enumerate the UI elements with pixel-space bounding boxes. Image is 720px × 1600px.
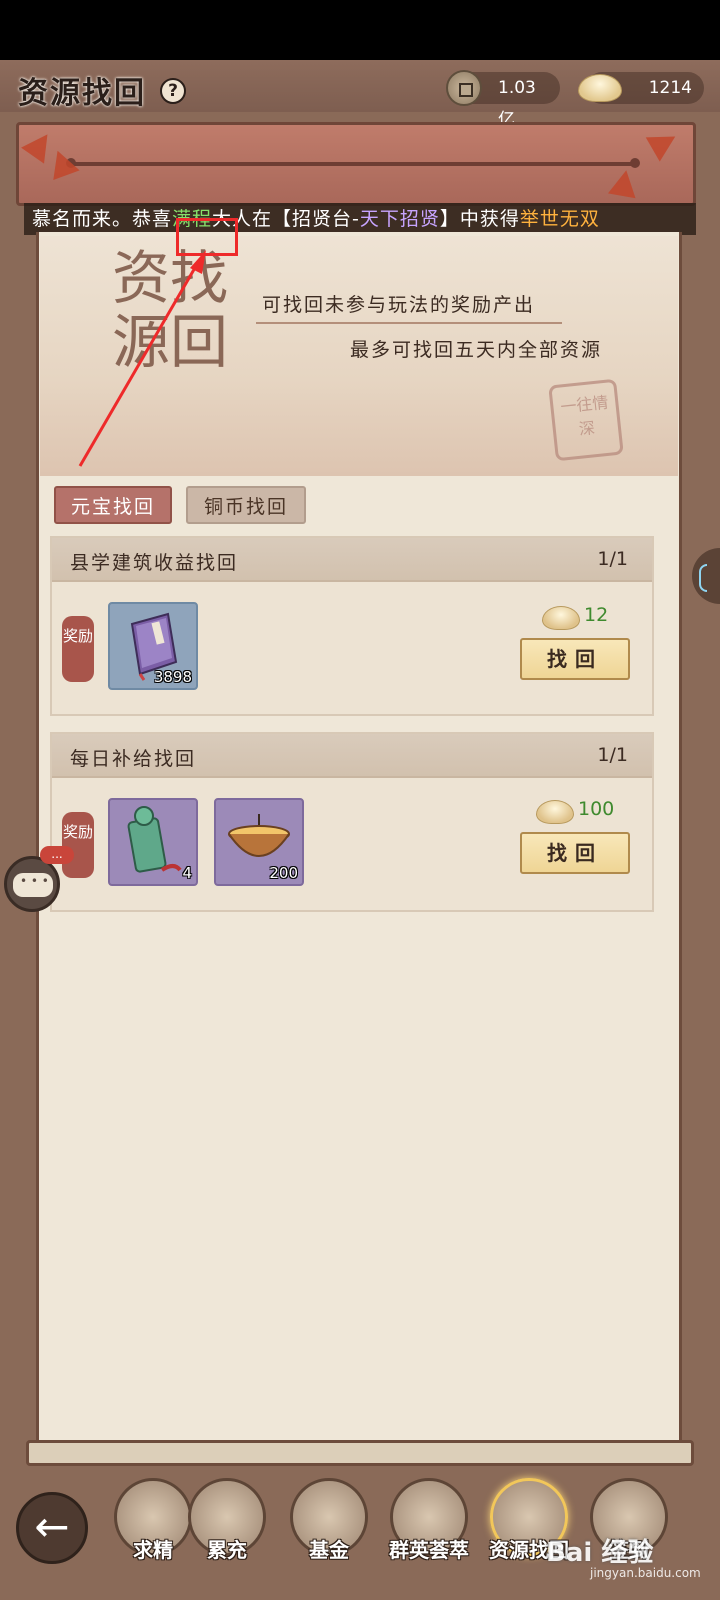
nav-item-cumulative-recharge[interactable]: 累充	[186, 1478, 268, 1574]
card-header: 县学建筑收益找回 1/1	[52, 538, 652, 582]
recovery-cost: 100	[578, 798, 615, 820]
hero-description-2: 最多可找回五天内全部资源	[350, 339, 603, 361]
nav-label: 基金	[309, 1538, 349, 1562]
nav-label: 累充	[207, 1538, 247, 1562]
scroll-rod	[66, 158, 640, 168]
recover-button[interactable]: 找回	[520, 638, 630, 680]
marquee-item-name: 举世无双	[519, 208, 600, 230]
card-header: 每日补给找回 1/1	[52, 734, 652, 778]
chat-notification-badge: ...	[40, 846, 74, 864]
annotation-highlight-box	[176, 218, 238, 256]
item-count: 3898	[153, 668, 192, 686]
side-expand-tab[interactable]	[692, 548, 720, 604]
hero-divider	[256, 322, 562, 324]
hero-description-1: 可找回未参与玩法的奖励产出	[262, 294, 536, 316]
scroll-bottom-rod	[26, 1440, 694, 1466]
baidu-watermark: Bai 经验	[546, 1538, 654, 1568]
card-title: 县学建筑收益找回	[70, 552, 239, 574]
baidu-watermark-url: jingyan.baidu.com	[590, 1566, 701, 1580]
recover-button[interactable]: 找回	[520, 832, 630, 874]
recovery-card: 县学建筑收益找回 1/1 奖励 3898 12 找回	[50, 536, 654, 716]
marquee-text: 】中获得	[439, 208, 520, 230]
reward-label: 奖励	[62, 812, 94, 878]
reward-item[interactable]: 200	[214, 798, 304, 886]
nav-item-fund[interactable]: 基金	[288, 1478, 370, 1574]
nav-label: 群英荟萃	[389, 1538, 469, 1562]
gold-ingot-icon	[578, 74, 622, 102]
gold-ingot-icon	[536, 800, 574, 824]
tab-coin-recovery[interactable]: 铜币找回	[186, 486, 306, 524]
chat-button[interactable]	[4, 856, 60, 912]
marquee-event-name: 天下招贤	[359, 208, 440, 230]
gold-ingot-icon	[542, 606, 580, 630]
status-bar	[0, 0, 720, 60]
ingot-value: 1214	[648, 78, 692, 98]
marquee-text: 慕名而来。恭喜	[32, 208, 173, 230]
back-button[interactable]: ←	[16, 1492, 88, 1564]
maple-leaf-icon	[607, 167, 641, 199]
page-title: 资源找回	[18, 76, 146, 111]
copper-coin-icon	[446, 70, 482, 106]
card-title: 每日补给找回	[70, 748, 197, 770]
help-icon[interactable]: ?	[160, 78, 186, 104]
item-count: 4	[182, 864, 192, 882]
arrow-left-icon: ←	[34, 1502, 70, 1551]
card-count: 1/1	[597, 744, 628, 766]
hero-calligraphy: 资找源回	[112, 244, 229, 376]
nav-item-heroes[interactable]: 群英荟萃	[388, 1478, 470, 1574]
recovery-cost: 12	[584, 604, 609, 626]
reward-label: 奖励	[62, 616, 94, 682]
announcement-marquee: 慕名而来。恭喜满程大人在【招贤台-天下招贤】中获得举世无双	[24, 203, 696, 235]
tab-yuanbao-recovery[interactable]: 元宝找回	[54, 486, 172, 524]
item-count: 200	[269, 864, 298, 882]
reward-item[interactable]: 3898	[108, 602, 198, 690]
recovery-card: 每日补给找回 1/1 奖励 4 200 100 找回	[50, 732, 654, 912]
reward-item[interactable]: 4	[108, 798, 198, 886]
chat-icon	[13, 873, 53, 897]
seal-stamp-icon: 一往情深	[548, 378, 624, 462]
card-count: 1/1	[597, 548, 628, 570]
